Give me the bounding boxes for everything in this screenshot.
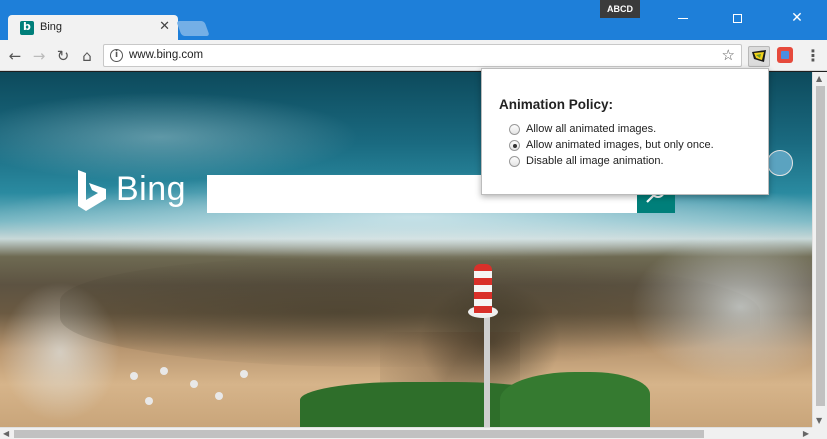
bing-logo-text: Bing [116,170,187,208]
option-label[interactable]: Allow all animated images. [526,123,656,135]
tab-bing[interactable]: Bing ✕ [8,15,178,41]
lighthouse [474,264,492,314]
site-info-icon[interactable]: i [110,49,123,62]
animation-policy-icon [752,50,766,62]
radio-allow-all[interactable] [509,124,520,135]
option-label[interactable]: Allow animated images, but only once. [526,139,714,151]
new-tab-button[interactable] [176,21,210,36]
browser-menu-icon[interactable]: ⋮ [805,45,821,67]
maximize-icon [732,13,742,23]
scroll-right-icon[interactable]: ▶ [803,429,809,438]
background-grass [500,372,650,427]
bing-b-icon [78,170,106,211]
home-button[interactable]: ⌂ [76,45,98,67]
bing-favicon-icon [20,20,34,35]
background-wave [0,92,360,182]
reload-button[interactable]: ↻ [52,45,74,67]
minimize-icon [678,17,688,19]
radio-allow-once[interactable] [509,140,520,151]
scroll-up-icon[interactable]: ▲ [816,74,822,83]
tab-close-icon[interactable]: ✕ [159,19,170,34]
animation-policy-popup: Animation Policy: Allow all animated ima… [481,68,769,195]
tab-title: Bing [40,21,63,33]
popup-title: Animation Policy: [499,97,614,112]
bookmark-star-icon[interactable]: ☆ [722,46,735,64]
browser-toolbar: ← → ↻ ⌂ i www.bing.com ☆ [0,40,827,71]
minimize-button[interactable] [668,6,698,30]
profile-badge[interactable]: ABCD [600,0,640,18]
lighthouse-pier [484,312,490,427]
avatar[interactable] [767,150,793,176]
vertical-scrollbar[interactable]: ▲ ▼ [812,72,827,427]
maximize-button[interactable] [722,6,752,30]
radio-disable-all[interactable] [509,156,520,167]
forward-button[interactable]: → [28,45,50,67]
option-label[interactable]: Disable all image animation. [526,155,664,167]
horizontal-scrollbar[interactable]: ◀ ▶ [0,427,812,439]
animation-policy-extension-button[interactable] [748,46,770,67]
scroll-left-icon[interactable]: ◀ [3,429,9,438]
scroll-down-icon[interactable]: ▼ [816,416,822,425]
vertical-scroll-thumb[interactable] [816,86,825,406]
address-bar[interactable]: i www.bing.com ☆ [103,44,742,67]
window-close-button[interactable]: ✕ [782,6,812,30]
url-text[interactable]: www.bing.com [129,49,203,61]
horizontal-scroll-thumb[interactable] [14,430,704,438]
browser-window: Bing ✕ ABCD ✕ ← → ↻ ⌂ i www.bing.com ☆ ⋮ [0,0,827,439]
extension-icon[interactable] [777,47,793,63]
back-button[interactable]: ← [4,45,26,67]
scrollbar-corner [812,427,827,439]
background-umbrellas [120,362,280,422]
title-bar: Bing ✕ ABCD ✕ [0,0,827,41]
